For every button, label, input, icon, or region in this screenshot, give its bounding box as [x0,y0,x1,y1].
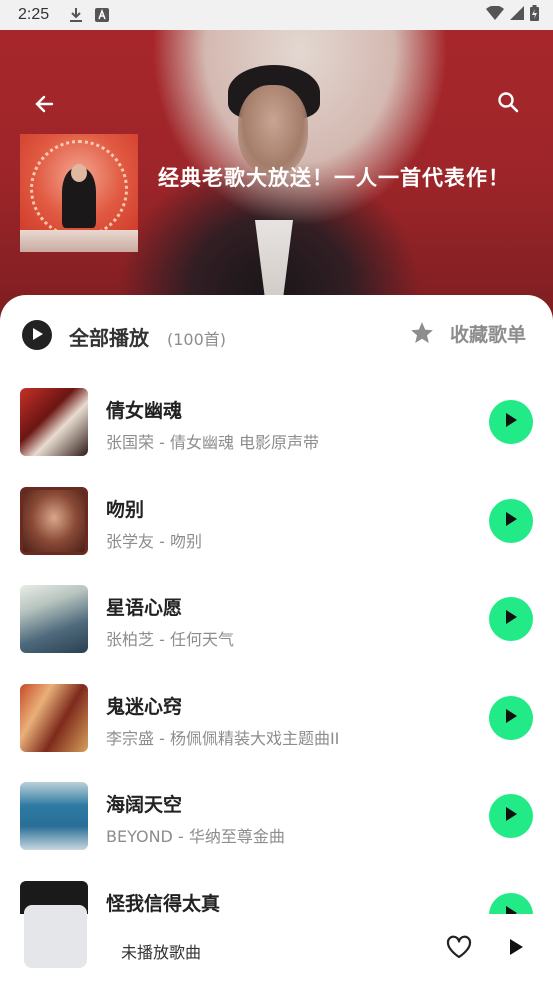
song-thumbnail [20,585,88,653]
wifi-icon [486,5,504,24]
mini-player-cover[interactable] [24,905,87,968]
track-count: (100首) [167,330,227,349]
search-icon [496,90,520,118]
mini-player[interactable]: 未播放歌曲 [0,905,553,984]
status-bar: 2:25 [0,0,553,30]
play-all-label[interactable]: 全部播放 [69,322,149,351]
playlist-cover [20,134,138,252]
song-play-button[interactable] [489,498,533,543]
song-subtitle: 张国荣 - 倩女幽魂 电影原声带 [106,433,320,452]
song-thumbnail [20,782,88,850]
download-icon [69,7,83,23]
song-play-button[interactable] [489,597,533,641]
battery-icon [530,5,539,25]
song-subtitle: 张学友 - 吻别 [106,531,202,551]
play-all-button[interactable] [22,320,52,350]
song-play-button[interactable] [489,400,533,444]
song-subtitle: BEYOND - 华纳至尊金曲 [106,827,285,846]
song-play-button[interactable] [489,794,533,838]
playlist-header: 经典老歌大放送！一人一首代表作！ [0,30,553,320]
collect-playlist-label: 收藏歌单 [450,323,527,346]
heart-icon [446,935,472,963]
song-thumbnail [20,388,88,456]
song-thumbnail [20,486,88,555]
play-icon [504,708,518,728]
song-play-button[interactable] [489,695,533,740]
song-row[interactable]: 星语心愿 张柏芝 - 任何天气 [0,573,553,672]
play-icon [508,938,524,960]
song-play-button[interactable] [489,892,533,916]
song-title: 鬼迷心窍 [106,695,183,718]
mini-player-label: 未播放歌曲 [121,943,202,962]
play-icon [30,326,44,345]
playlist-title: 经典老歌大放送！一人一首代表作！ [158,166,510,190]
song-thumbnail [20,683,88,752]
back-button[interactable] [30,92,58,120]
song-subtitle: 李宗盛 - 杨佩佩精装大戏主题曲II [106,728,340,748]
play-icon [504,412,518,432]
play-icon [504,806,518,826]
song-title: 倩女幽魂 [106,400,183,422]
signal-icon [510,6,524,24]
star-icon [408,319,436,347]
content-sheet: 全部播放 (100首) 收藏歌单 倩女幽魂 张国荣 - 倩女幽魂 电影原声带 吻… [0,295,553,984]
song-row[interactable]: 倩女幽魂 张国荣 - 倩女幽魂 电影原声带 [0,376,553,475]
song-title: 海阔天空 [106,794,183,816]
song-row[interactable]: 鬼迷心窍 李宗盛 - 杨佩佩精装大戏主题曲II [0,672,553,771]
mini-play-button[interactable] [502,935,530,963]
status-time: 2:25 [18,6,50,23]
song-row[interactable]: 吻别 张学友 - 吻别 [0,475,553,574]
song-title: 吻别 [106,498,145,521]
song-title: 星语心愿 [106,597,183,619]
song-subtitle: 张柏芝 - 任何天气 [106,630,234,649]
song-row[interactable]: 海阔天空 BEYOND - 华纳至尊金曲 [0,770,553,869]
favorite-button[interactable] [444,934,474,964]
arrow-left-icon [32,92,56,120]
collect-playlist-button[interactable]: 收藏歌单 [408,319,526,347]
search-button[interactable] [494,90,522,118]
play-icon [504,511,518,531]
song-list: 倩女幽魂 张国荣 - 倩女幽魂 电影原声带 吻别 张学友 - 吻别 星语心愿 张… [0,376,553,916]
a-icon [95,8,110,22]
song-title: 怪我信得太真 [106,892,221,915]
play-icon [504,609,518,629]
